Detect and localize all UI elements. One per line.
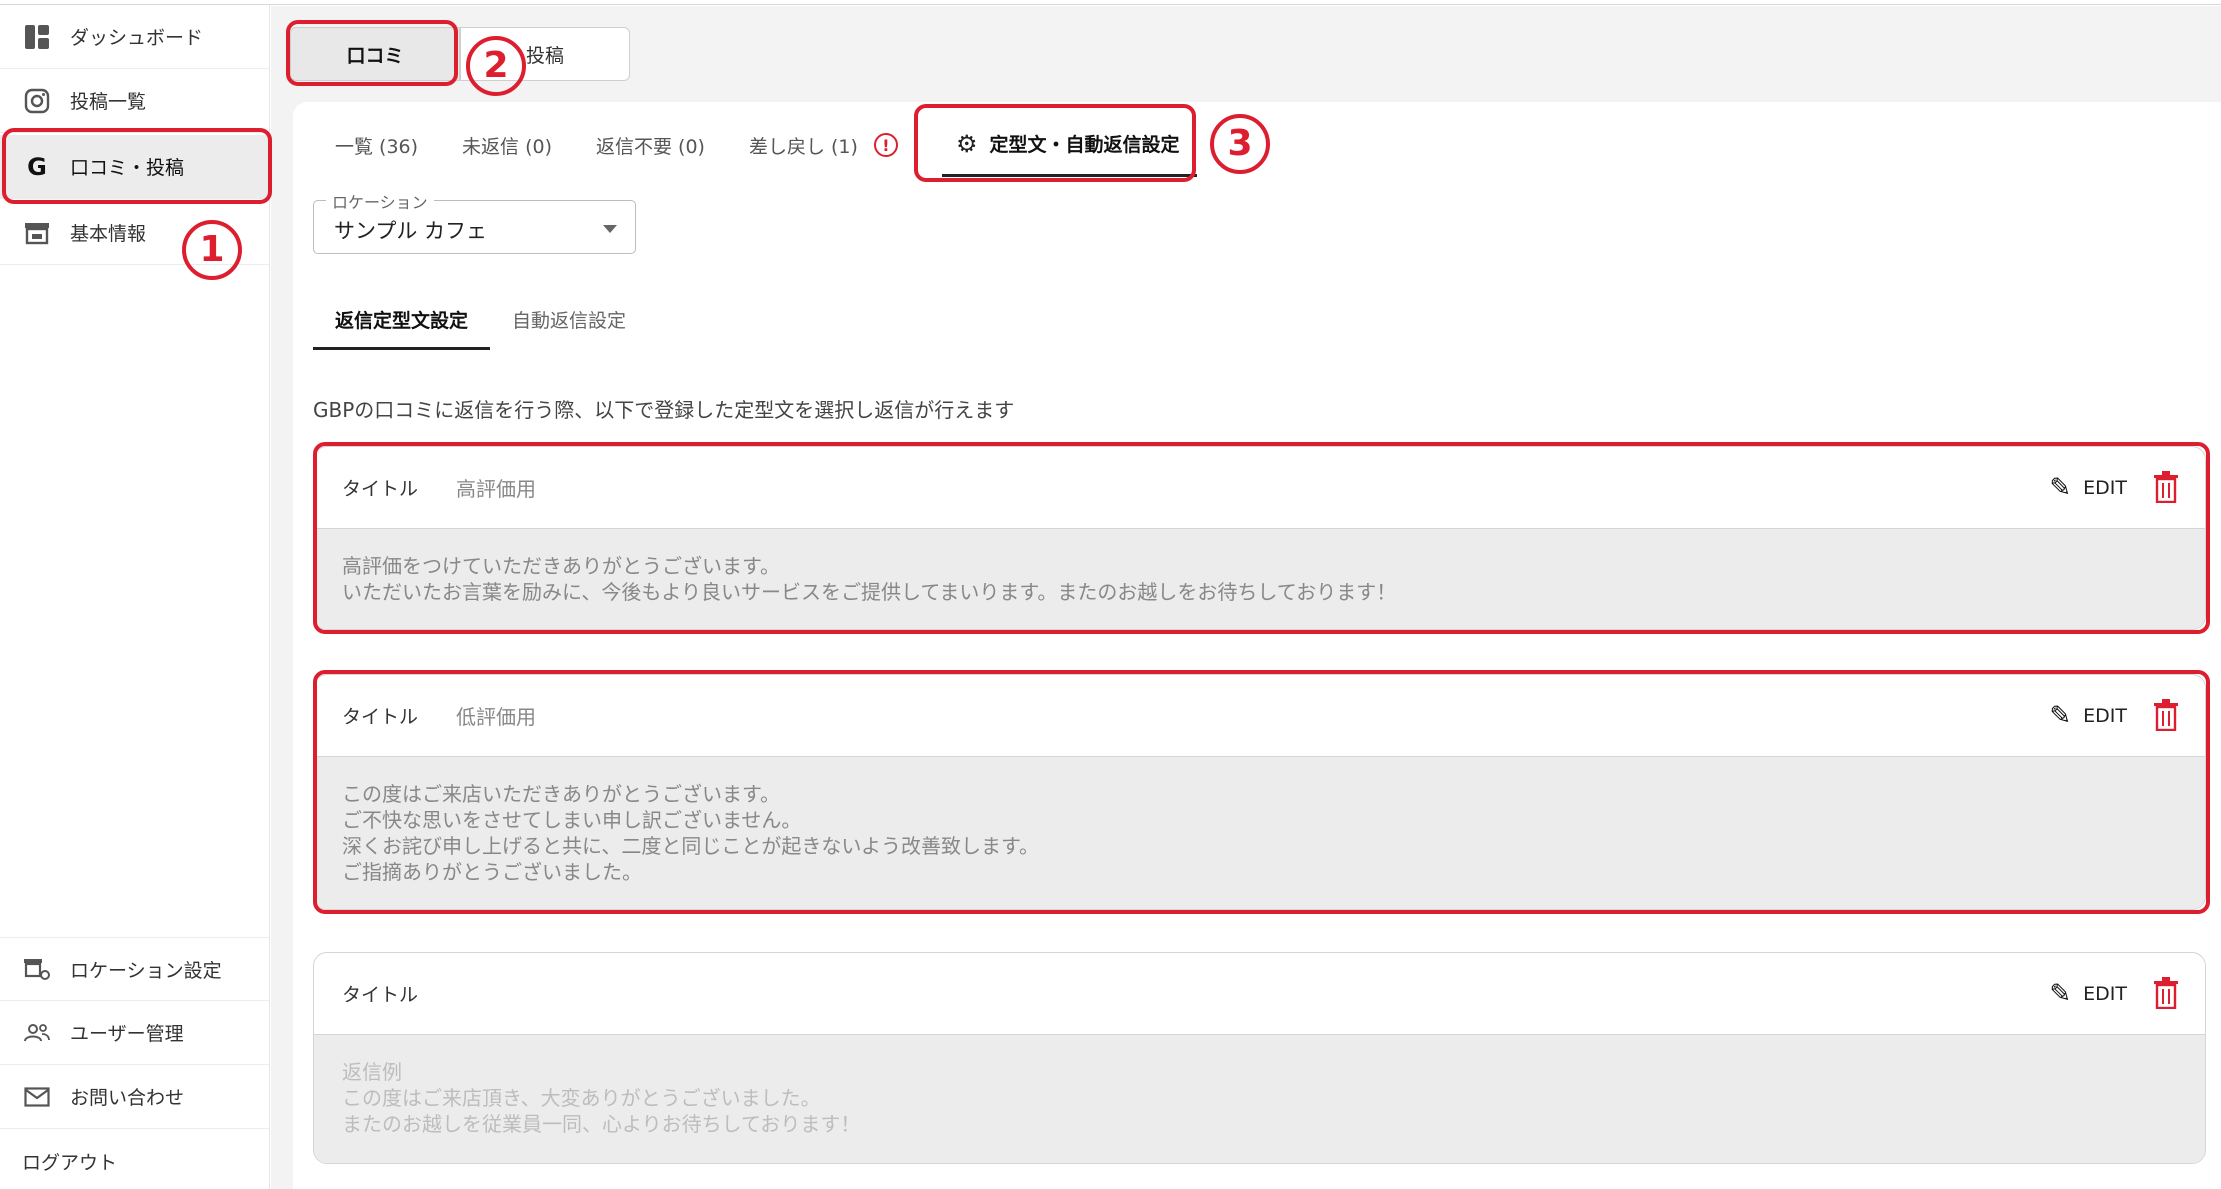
pencil-icon: ✎ [2049, 701, 2072, 731]
gear-icon: ⚙ [955, 129, 978, 158]
location-legend: ロケーション [326, 189, 434, 213]
template-body: 返信例 この度はご来店頂き、大変ありがとうございました。 またのお越しを従業員一… [314, 1035, 2205, 1163]
mail-icon [22, 1082, 52, 1112]
sidebar-item-contact[interactable]: お問い合わせ [0, 1065, 270, 1129]
store-icon [22, 218, 52, 248]
template-card: タイトル ✎ EDIT 返信例 この度はご来店頂き、大変ありがとうございました。 … [313, 952, 2206, 1164]
pencil-icon: ✎ [2049, 979, 2072, 1009]
sidebar-item-label: ロケーション設定 [70, 959, 222, 982]
tab-unreplied[interactable]: 未返信 (0) [462, 132, 552, 159]
subtab-reply-templates[interactable]: 返信定型文設定 [313, 290, 491, 350]
template-card-header: タイトル ✎ EDIT [314, 953, 2205, 1035]
annotation-number-2: 2 [466, 36, 526, 96]
template-line: またのお越しを従業員一同、心よりお待ちしております！ [342, 1112, 861, 1136]
sidebar-item-label: ログアウト [22, 1151, 118, 1174]
sidebar-item-location-settings[interactable]: ロケーション設定 [0, 937, 270, 1001]
template-title-label: タイトル [342, 706, 419, 728]
tab-settings-label: 定型文・自動返信設定 [989, 134, 1180, 156]
sidebar-item-dashboard[interactable]: ダッシュボード [0, 5, 270, 69]
template-line: 返信例 [342, 1060, 402, 1084]
sidebar-item-logout[interactable]: ログアウト [0, 1129, 270, 1189]
trash-icon[interactable] [2153, 471, 2179, 503]
tab-template-settings[interactable]: ⚙ 定型文・自動返信設定 [941, 113, 1198, 177]
caret-down-icon [603, 225, 617, 233]
template-card: タイトル 低評価用 ✎ EDIT この度はご来店いただきありがとうございます。 ご… [313, 674, 2206, 910]
template-line: 高評価をつけていただきありがとうございます。 [342, 554, 780, 578]
templates-description: GBPの口コミに返信を行う際、以下で登録した定型文を選択し返信が行えます [313, 398, 1015, 422]
location-settings-icon [22, 954, 52, 984]
template-body: この度はご来店いただきありがとうございます。 ご不快な思いをさせてしまい申し訳ご… [314, 757, 2205, 909]
trash-icon[interactable] [2153, 699, 2179, 731]
template-line: ご不快な思いをさせてしまい申し訳ございません。 [342, 808, 802, 832]
warning-icon: ! [873, 133, 898, 157]
template-line: この度はご来店いただきありがとうございます。 [342, 782, 780, 806]
sidebar-item-posts-list[interactable]: 投稿一覧 [0, 69, 270, 133]
sidebar-item-user-management[interactable]: ユーザー管理 [0, 1001, 270, 1065]
tab-no-reply[interactable]: 返信不要 (0) [596, 132, 705, 159]
template-title-label: タイトル [342, 984, 419, 1006]
dashboard-icon [22, 22, 52, 52]
subtab-auto-reply[interactable]: 自動返信設定 [490, 290, 648, 350]
template-line: ご指摘ありがとうございました。 [342, 860, 642, 884]
sidebar-item-label: お問い合わせ [70, 1087, 185, 1109]
edit-label: EDIT [2083, 983, 2127, 1005]
sidebar-item-label: 基本情報 [70, 223, 147, 245]
instagram-icon [22, 86, 52, 116]
template-line: この度はご来店頂き、大変ありがとうございました。 [342, 1086, 821, 1110]
template-title: 低評価用 [456, 705, 537, 729]
trash-icon[interactable] [2153, 977, 2179, 1009]
annotation-number-3: 3 [1210, 114, 1270, 174]
sidebar-item-label: ダッシュボード [70, 27, 204, 49]
template-line: いただいたお言葉を励みに、今後もより良いサービスをご提供してまいります。またのお… [342, 580, 1397, 604]
sidebar-item-label: 口コミ・投稿 [70, 157, 185, 179]
edit-button[interactable]: ✎ EDIT [2049, 979, 2127, 1009]
edit-label: EDIT [2083, 477, 2127, 499]
sidebar-item-label: 投稿一覧 [70, 91, 147, 113]
edit-button[interactable]: ✎ EDIT [2049, 473, 2127, 503]
users-icon [22, 1018, 52, 1048]
template-card-header: タイトル 低評価用 ✎ EDIT [314, 675, 2205, 757]
edit-label: EDIT [2083, 705, 2127, 727]
template-line: 深くお詫び申し上げると共に、二度と同じことが起きないよう改善致します。 [342, 834, 1039, 858]
template-card: タイトル 高評価用 ✎ EDIT 高評価をつけていただきありがとうございます。 い… [313, 446, 2206, 630]
template-body: 高評価をつけていただきありがとうございます。 いただいたお言葉を励みに、今後もよ… [314, 529, 2205, 629]
pencil-icon: ✎ [2049, 473, 2072, 503]
template-title-label: タイトル [342, 478, 419, 500]
sidebar-item-reviews-posts[interactable]: G 口コミ・投稿 [0, 135, 270, 199]
settings-subtabs: 返信定型文設定 自動返信設定 [313, 290, 648, 350]
template-card-header: タイトル 高評価用 ✎ EDIT [314, 447, 2205, 529]
location-select[interactable]: ロケーション サンプル カフェ [313, 189, 636, 254]
sidebar-item-label: ユーザー管理 [70, 1023, 184, 1045]
edit-button[interactable]: ✎ EDIT [2049, 701, 2127, 731]
sidebar: ダッシュボード 投稿一覧 G 口コミ・投稿 基本情報 ロケーション設定 ユーザー… [0, 5, 270, 1189]
top-border [0, 0, 2221, 5]
reviews-posts-toggle: 口コミ 投稿 [290, 27, 630, 81]
google-g-icon: G [27, 152, 47, 181]
annotation-number-1: 1 [182, 220, 242, 280]
toggle-reviews-button[interactable]: 口コミ [290, 27, 460, 81]
review-tabs: 一覧 (36) 未返信 (0) 返信不要 (0) 差し戻し (1) ! ⚙ 定型… [293, 110, 1198, 180]
location-value: サンプル カフェ [334, 219, 488, 243]
tab-all[interactable]: 一覧 (36) [335, 132, 418, 159]
template-title: 高評価用 [456, 477, 537, 501]
tab-returned[interactable]: 差し戻し (1) [749, 132, 858, 159]
